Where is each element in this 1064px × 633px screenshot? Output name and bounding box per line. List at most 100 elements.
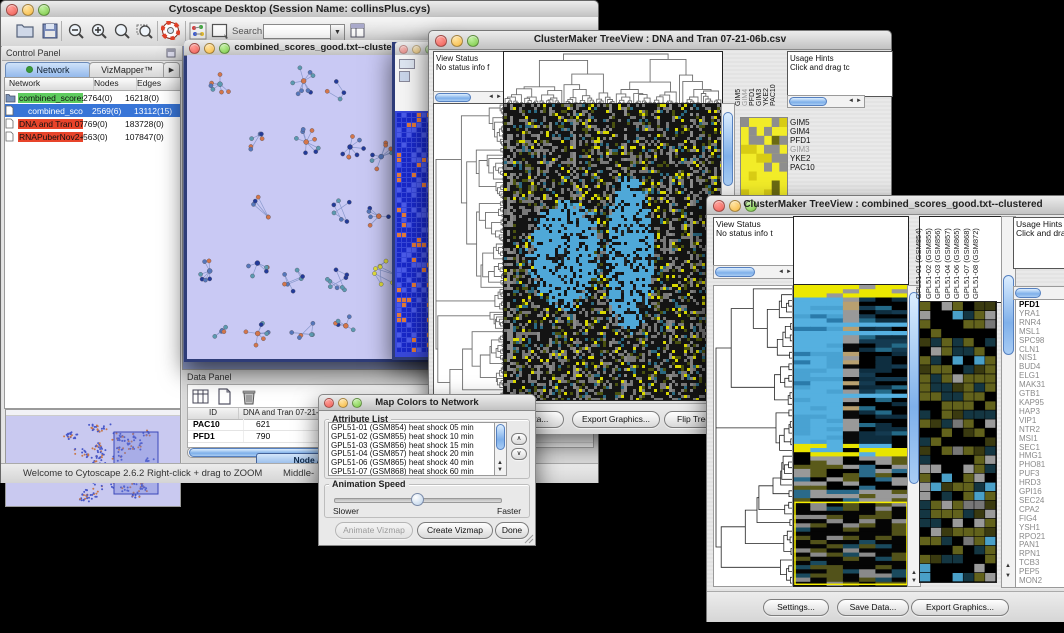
network-row[interactable]: DNA and Tran 07769(0)183728(0) bbox=[5, 117, 180, 130]
zoom-fit-icon[interactable] bbox=[113, 22, 131, 40]
treeview1-row-dendrogram[interactable] bbox=[433, 103, 505, 401]
search-label: Search: bbox=[232, 26, 265, 37]
network-row[interactable]: combined_scores2764(0)16218(0) bbox=[5, 91, 180, 104]
network-edges: 13112(15) bbox=[134, 106, 180, 116]
column-label[interactable]: GPL51-01 (GSM854) bbox=[915, 228, 923, 299]
export-graphics-button[interactable]: Export Graphics... bbox=[572, 411, 660, 428]
birdseye-view[interactable] bbox=[5, 409, 181, 507]
zoom-row-label[interactable]: YKE2 bbox=[790, 155, 810, 163]
data-id: PFD1 bbox=[188, 431, 244, 442]
slider-thumb[interactable] bbox=[411, 493, 424, 506]
col-header-edges[interactable]: Edges bbox=[137, 78, 180, 90]
dialog-titlebar[interactable]: Map Colors to Network bbox=[319, 395, 535, 411]
col-header-network[interactable]: Network bbox=[5, 78, 94, 90]
network-nodes: 2764(0) bbox=[83, 93, 125, 103]
gene-label[interactable]: MON2 bbox=[1019, 577, 1064, 586]
zoom-row-label[interactable]: GIM4 bbox=[790, 128, 810, 136]
treeview2-hints-scrollbar[interactable] bbox=[1013, 286, 1064, 300]
network-nodes: 2569(6) bbox=[92, 106, 134, 116]
move-up-button[interactable]: ∧ bbox=[511, 433, 527, 445]
help-lifering-icon[interactable] bbox=[161, 21, 180, 40]
column-label[interactable]: YKE2 bbox=[763, 88, 770, 106]
treeview2-zoom-heatmap[interactable] bbox=[919, 301, 997, 583]
treeview2-row-dendrogram[interactable] bbox=[713, 285, 793, 587]
column-label[interactable]: GIM3 bbox=[756, 89, 763, 106]
scroll-thumb[interactable] bbox=[496, 424, 505, 450]
close-button[interactable] bbox=[399, 45, 408, 54]
settings-button[interactable]: Settings... bbox=[763, 599, 829, 616]
move-down-button[interactable]: ∨ bbox=[511, 448, 527, 460]
network-overview-icon[interactable] bbox=[189, 22, 207, 40]
column-label[interactable]: PAC10 bbox=[770, 84, 777, 106]
network-tab-icon bbox=[26, 66, 33, 73]
column-label[interactable]: GPL51-04 (GSM857) bbox=[944, 228, 952, 299]
search-input[interactable] bbox=[263, 24, 331, 39]
treeview2-status-scrollbar[interactable]: ◄► bbox=[713, 265, 795, 279]
column-label[interactable]: GIM5 bbox=[735, 89, 742, 106]
treeview1-hints-scrollbar[interactable]: ◄► bbox=[787, 95, 865, 108]
treeview2-column-dendrogram[interactable] bbox=[793, 216, 909, 285]
scroll-thumb[interactable] bbox=[1015, 288, 1041, 298]
save-data-button[interactable]: Save Data... bbox=[837, 599, 909, 616]
network-name: combined_sco bbox=[27, 106, 92, 116]
data-col-id[interactable]: ID bbox=[188, 408, 239, 419]
search-dropdown-button[interactable]: ▼ bbox=[330, 24, 345, 41]
delete-attribute-icon[interactable] bbox=[240, 388, 258, 406]
treeview2-heatmap[interactable] bbox=[793, 284, 909, 587]
create-vizmap-button[interactable]: Create Vizmap bbox=[417, 522, 493, 539]
export-graphics-button[interactable]: Export Graphics... bbox=[911, 599, 1009, 616]
attribute-list-scrollbar[interactable]: ▲▼ bbox=[494, 422, 507, 476]
scroll-thumb[interactable] bbox=[789, 97, 827, 106]
zoom-row-label[interactable]: GIM3 bbox=[790, 146, 810, 154]
column-label[interactable]: GPL51-08 (GSM872) bbox=[972, 228, 980, 299]
network-row[interactable]: combined_sco2569(6)13112(15) bbox=[5, 104, 180, 117]
treeview1-heatmap[interactable] bbox=[503, 103, 723, 401]
main-titlebar[interactable]: Cytoscape Desktop (Session Name: collins… bbox=[1, 1, 598, 18]
status-pan-hint: Middle- bbox=[283, 468, 314, 479]
open-folder-icon[interactable] bbox=[15, 22, 35, 40]
animation-speed-label: Animation Speed bbox=[329, 479, 409, 489]
animate-vizmap-button[interactable]: Animate Vizmap bbox=[335, 522, 413, 539]
treeview1-column-dendrogram[interactable] bbox=[503, 51, 723, 105]
network-nodes: 563(0) bbox=[83, 132, 125, 142]
zoom-row-label[interactable]: PAC10 bbox=[790, 164, 815, 172]
attribute-item[interactable]: GPL51-07 (GSM868) heat shock 60 min bbox=[331, 468, 495, 476]
attribute-list[interactable]: GPL51-01 (GSM854) heat shock 05 minGPL51… bbox=[328, 422, 496, 476]
save-icon[interactable] bbox=[41, 22, 59, 40]
network-row[interactable]: RNAPuberNov2+563(0)107847(0) bbox=[5, 130, 180, 143]
annotation-icon[interactable] bbox=[211, 22, 229, 40]
zoom-selected-icon[interactable] bbox=[136, 22, 154, 40]
attribute-select-icon[interactable] bbox=[192, 388, 210, 406]
minimize-button[interactable] bbox=[412, 45, 421, 54]
status-welcome: Welcome to Cytoscape 2.6.2 bbox=[23, 468, 144, 479]
zoom-out-icon[interactable] bbox=[67, 22, 85, 40]
data-id: PAC10 bbox=[188, 419, 244, 430]
column-label[interactable]: GPL51-06 (GSM865) bbox=[953, 228, 961, 299]
treeview2-usage-hints-panel: Usage HintsClick and drag to bbox=[1013, 217, 1064, 269]
zoom-row-label[interactable]: PFD1 bbox=[790, 137, 810, 145]
control-panel: Control Panel Network VizMapper™ ▶ Netwo… bbox=[2, 46, 183, 463]
col-header-nodes[interactable]: Nodes bbox=[94, 78, 137, 90]
treeview2-zoom-vscrollbar[interactable]: ▲▼ bbox=[1001, 216, 1016, 588]
column-label[interactable]: GPL51-07 (GSM868) bbox=[963, 228, 971, 299]
treeview2-titlebar[interactable]: ClusterMaker TreeView : combined_scores_… bbox=[707, 196, 1064, 215]
zoom-row-label[interactable]: GIM5 bbox=[790, 119, 810, 127]
column-label[interactable]: GPL51-02 (GSM855) bbox=[925, 228, 933, 299]
scroll-thumb[interactable] bbox=[435, 93, 471, 102]
dialog-map-colors: Map Colors to Network Attribute List GPL… bbox=[318, 394, 536, 546]
table-icon[interactable] bbox=[349, 22, 367, 40]
treeview2-gene-list[interactable]: PFD1YRA1RNR4MSL1SPC98CLN1NIS1BUD4ELG1MAK… bbox=[1015, 299, 1064, 588]
scroll-thumb[interactable] bbox=[909, 292, 919, 484]
new-attribute-icon[interactable] bbox=[216, 388, 234, 406]
column-label[interactable]: GPL51-03 (GSM856) bbox=[934, 228, 942, 299]
column-label[interactable]: GIM4 bbox=[742, 89, 749, 106]
treeview1-titlebar[interactable]: ClusterMaker TreeView : DNA and Tran 07-… bbox=[429, 31, 891, 50]
zoom-in-icon[interactable] bbox=[90, 22, 108, 40]
network-table-body: combined_scores2764(0)16218(0)combined_s… bbox=[5, 91, 180, 143]
resize-grip[interactable] bbox=[524, 534, 534, 544]
scroll-thumb[interactable] bbox=[723, 112, 733, 186]
float-panel-icon[interactable] bbox=[166, 48, 176, 58]
scroll-thumb[interactable] bbox=[715, 267, 755, 277]
column-label[interactable]: PFD1 bbox=[749, 88, 756, 106]
desktop: Cytoscape Desktop (Session Name: collins… bbox=[0, 0, 1064, 633]
